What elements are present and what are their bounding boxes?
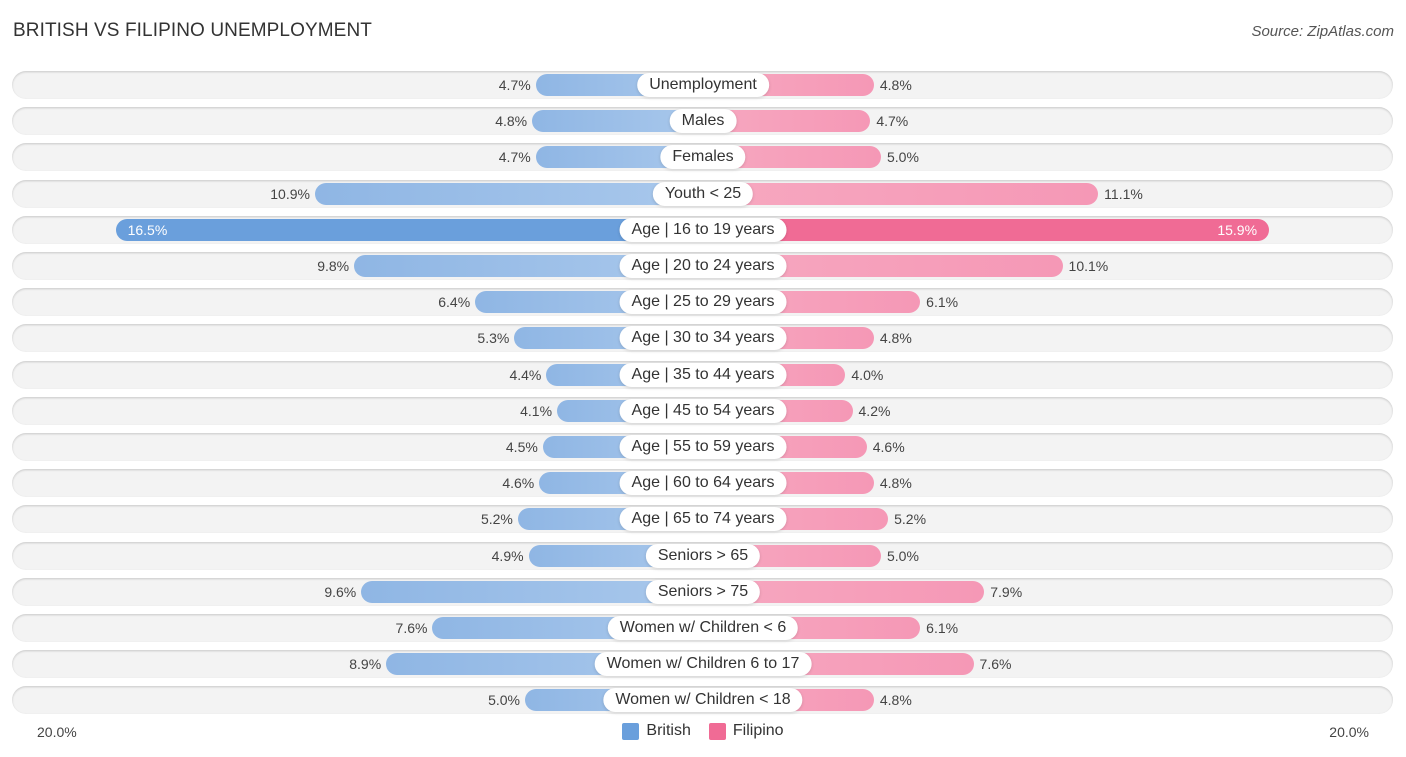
value-label-filipino: 4.0% [851,366,884,383]
value-label-filipino: 7.6% [979,656,1012,673]
value-label-filipino: 4.8% [879,475,912,492]
legend-item-british[interactable]: British [622,722,691,740]
value-label-british: 7.6% [395,620,428,636]
value-label-british: 9.6% [324,583,357,600]
bar-british[interactable] [314,182,703,205]
category-label: Age | 20 to 24 years [619,254,787,278]
value-label-british: 4.9% [491,547,524,564]
category-label: Youth < 25 [652,181,754,206]
value-label-british: 4.1% [520,402,553,419]
category-label: Seniors > 65 [645,543,761,568]
value-label-filipino: 11.1% [1104,185,1143,202]
category-label: Age | 45 to 54 years [619,398,787,423]
category-label: Age | 25 to 29 years [619,290,787,315]
bar-british[interactable] [115,218,703,241]
legend-label-filipino: Filipino [732,722,784,739]
category-label: Women w/ Children 6 to 17 [594,652,812,677]
value-label-british: 5.0% [488,692,520,709]
value-label-british: 6.4% [438,294,471,311]
value-label-filipino: 5.2% [894,511,927,528]
category-label: Age | 30 to 34 years [619,326,787,351]
legend-label-british: British [646,722,691,739]
value-label-british: 4.4% [509,366,542,383]
value-label-british: 9.8% [317,258,350,274]
value-label-filipino: 6.1% [926,620,959,636]
category-label: Women w/ Children < 6 [607,616,799,640]
value-label-filipino: 6.1% [926,294,959,311]
value-label-filipino: 4.8% [879,330,912,347]
value-label-british: 4.5% [505,439,538,455]
bar-filipino[interactable] [703,182,1099,205]
legend-swatch-filipino [708,722,726,740]
value-label-british: 16.5% [127,221,168,238]
legend: British Filipino [0,722,1406,740]
category-label: Unemployment [637,73,769,97]
legend-swatch-british [622,722,640,740]
value-label-filipino: 15.9% [1217,221,1258,238]
legend-item-filipino[interactable]: Filipino [708,722,784,740]
chart-area: 4.7% 4.8% Unemployment 4.8% 4.7% Males 4.7% 5.0… [0,0,1406,757]
value-label-filipino: 4.2% [858,402,891,419]
category-label: Age | 60 to 64 years [619,471,787,496]
category-label: Males [669,109,737,134]
category-label: Age | 16 to 19 years [619,217,787,242]
value-label-british: 4.6% [502,475,535,492]
value-label-british: 10.9% [270,185,310,202]
value-label-filipino: 4.8% [879,692,912,709]
value-label-british: 4.8% [495,113,528,130]
value-label-filipino: 4.6% [872,439,905,455]
category-label: Age | 35 to 44 years [619,362,787,387]
value-label-british: 4.7% [498,149,531,166]
value-label-filipino: 4.7% [876,113,909,130]
bar-filipino[interactable] [703,218,1270,241]
category-label: Women w/ Children < 18 [603,688,803,713]
category-label: Age | 65 to 74 years [619,507,787,532]
value-label-british: 5.2% [480,511,513,528]
value-label-filipino: 5.0% [887,149,919,166]
category-label: Females [660,145,746,170]
value-label-british: 8.9% [349,656,382,673]
category-label: Age | 55 to 59 years [619,435,787,459]
value-label-british: 5.3% [477,330,510,347]
value-label-british: 4.7% [498,77,531,93]
category-label: Seniors > 75 [645,579,761,604]
value-label-filipino: 10.1% [1068,258,1109,274]
value-label-filipino: 4.8% [879,77,912,93]
value-label-filipino: 5.0% [887,547,919,564]
value-label-filipino: 7.9% [990,583,1023,600]
